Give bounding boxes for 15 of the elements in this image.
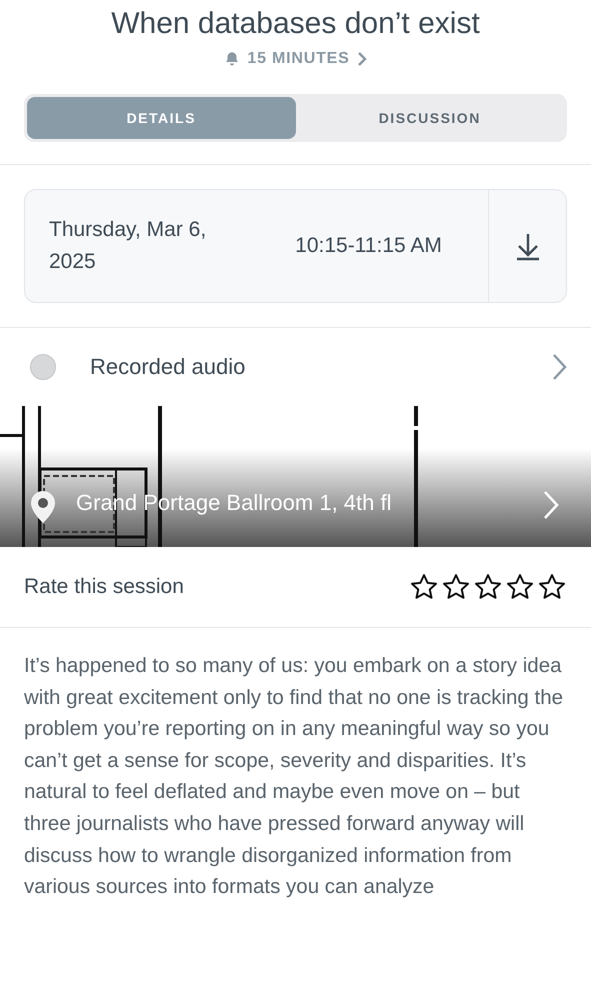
session-title: When databases don’t exist (110, 6, 481, 42)
status-dot (30, 354, 56, 380)
session-description: It’s happened to so many of us: you embark on a story idea with great excitement only to find that no one is tracking the problem you’re reporting on in any meaningful way so you can’t get a sense for scope, severity and disparities. It’s natural to feel deflated and maybe even move on – but three journalists who have pressed forward anyway will discuss how to wrangle disorganized information from various sources into formats you can analyze (24, 653, 564, 900)
tab[interactable]: DETAILS (27, 97, 296, 139)
reminder-button[interactable]: 15 MINUTES (223, 50, 368, 68)
session-date: Thursday, Mar 6, 2025 (48, 217, 208, 275)
session-time: 10:15-11:15 AM (294, 234, 443, 258)
location-pin-icon (30, 490, 56, 524)
audio-label: Recorded audio (90, 354, 246, 380)
audio-row[interactable]: Recorded audio (0, 328, 591, 406)
chevron-icon (551, 353, 567, 381)
rate-label: Rate this session (24, 575, 185, 599)
chevron-icon (356, 51, 368, 67)
chevron-icon (542, 490, 560, 520)
tab[interactable]: DISCUSSION (296, 97, 564, 139)
